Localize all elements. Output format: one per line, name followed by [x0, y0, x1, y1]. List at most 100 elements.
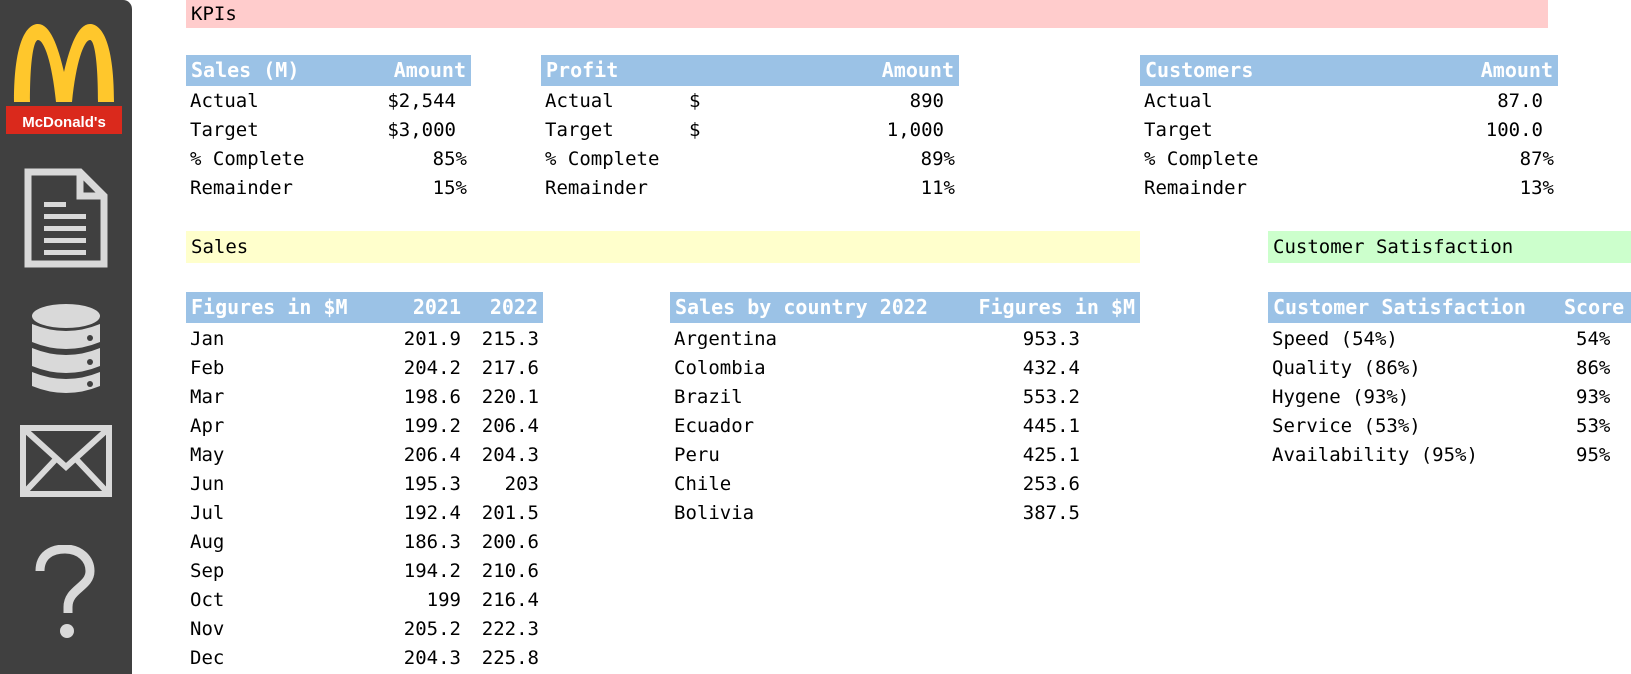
row-value: 89%: [920, 148, 955, 170]
row-value: 11%: [920, 177, 955, 199]
mail-icon[interactable]: [20, 425, 112, 497]
value-2021-cell: 195.3: [403, 473, 461, 495]
satisfaction-title: Customer Satisfaction: [1273, 236, 1514, 258]
kpis-title: KPIs: [191, 3, 237, 25]
value-2022-cell: 220.1: [481, 386, 539, 408]
value-2022-cell: 217.6: [481, 357, 539, 379]
row-value: 13%: [1519, 177, 1554, 199]
table-row: Remainder 13%: [1140, 174, 1558, 203]
month-cell: Oct: [190, 589, 225, 611]
table-row: Argentina 953.3: [670, 325, 1140, 354]
value-2021-cell: 204.2: [403, 357, 461, 379]
table-row: Peru 425.1: [670, 441, 1140, 470]
profit-kpi-header: Profit Amount: [541, 55, 959, 86]
header-2021: 2021: [412, 295, 461, 319]
month-cell: Aug: [190, 531, 225, 553]
database-icon[interactable]: [16, 300, 116, 400]
row-currency: $: [689, 119, 701, 141]
month-cell: Feb: [190, 357, 225, 379]
country-cell: Bolivia: [674, 502, 755, 524]
value-2021-cell: 192.4: [403, 502, 461, 524]
customers-kpi-header: Customers Amount: [1140, 55, 1558, 86]
satisfaction-category-cell: Service (53%): [1272, 415, 1421, 437]
sales-kpi-header: Sales (M) Amount: [186, 55, 471, 86]
value-2022-cell: 216.4: [481, 589, 539, 611]
table-row: Target $3,000: [186, 116, 471, 145]
document-icon[interactable]: [16, 168, 116, 268]
row-value: 87.0: [1497, 90, 1543, 112]
value-2021-cell: 194.2: [403, 560, 461, 582]
month-cell: Sep: [190, 560, 225, 582]
table-row: Target $ 1,000: [541, 116, 959, 145]
satisfaction-score-cell: 86%: [1576, 357, 1611, 379]
satisfaction-score-cell: 54%: [1576, 328, 1611, 350]
value-2021-cell: 186.3: [403, 531, 461, 553]
month-cell: May: [190, 444, 225, 466]
value-2022-cell: 215.3: [481, 328, 539, 350]
satisfaction-score-cell: 95%: [1576, 444, 1611, 466]
table-row: Availability (95%) 95%: [1268, 441, 1631, 470]
value-2022-cell: 206.4: [481, 415, 539, 437]
table-row: Colombia 432.4: [670, 354, 1140, 383]
satisfaction-score-cell: 53%: [1576, 415, 1611, 437]
table-row: Nov 205.2 222.3: [186, 615, 543, 644]
value-2021-cell: 206.4: [403, 444, 461, 466]
table-row: % Complete 89%: [541, 145, 959, 174]
value-2022-cell: 201.5: [481, 502, 539, 524]
satisfaction-category-cell: Speed (54%): [1272, 328, 1398, 350]
kpis-banner: KPIs: [186, 0, 1548, 28]
month-cell: Mar: [190, 386, 225, 408]
country-cell: Ecuador: [674, 415, 755, 437]
row-label: Actual: [1144, 90, 1213, 112]
table-row: Actual $ 890: [541, 87, 959, 116]
header-figures: Figures in $M: [191, 295, 348, 319]
country-cell: Brazil: [674, 386, 743, 408]
value-2022-cell: 222.3: [481, 618, 539, 640]
table-row: Service (53%) 53%: [1268, 412, 1631, 441]
table-row: Jan 201.9 215.3: [186, 325, 543, 354]
value-2021-cell: 201.9: [403, 328, 461, 350]
row-value: 87%: [1519, 148, 1554, 170]
row-label: Remainder: [190, 177, 293, 199]
row-label: % Complete: [545, 148, 660, 170]
table-row: Chile 253.6: [670, 470, 1140, 499]
table-row: Speed (54%) 54%: [1268, 325, 1631, 354]
row-label: Target: [190, 119, 259, 141]
table-row: Mar 198.6 220.1: [186, 383, 543, 412]
row-label: Actual: [545, 90, 614, 112]
monthly-sales-header: Figures in $M 2021 2022: [186, 292, 543, 323]
country-value-cell: 387.5: [1022, 502, 1080, 524]
customers-kpi-header-label: Customers: [1145, 58, 1254, 82]
row-label: % Complete: [190, 148, 305, 170]
table-row: Remainder 15%: [186, 174, 471, 203]
help-icon[interactable]: [30, 545, 100, 641]
row-value: 15%: [432, 177, 467, 199]
table-row: Hygene (93%) 93%: [1268, 383, 1631, 412]
country-value-cell: 432.4: [1022, 357, 1080, 379]
value-2021-cell: 199: [426, 589, 461, 611]
table-row: May 206.4 204.3: [186, 441, 543, 470]
sales-title: Sales: [191, 236, 249, 258]
table-row: Quality (86%) 86%: [1268, 354, 1631, 383]
value-2021-cell: 199.2: [403, 415, 461, 437]
row-label: Remainder: [1144, 177, 1247, 199]
table-row: % Complete 85%: [186, 145, 471, 174]
value-2022-cell: 210.6: [481, 560, 539, 582]
sales-banner: Sales: [186, 231, 1140, 263]
table-row: Remainder 11%: [541, 174, 959, 203]
month-cell: Jun: [190, 473, 225, 495]
table-row: Dec 204.3 225.8: [186, 644, 543, 673]
country-cell: Chile: [674, 473, 732, 495]
table-row: Actual $2,544: [186, 87, 471, 116]
header-category: Customer Satisfaction: [1273, 295, 1526, 319]
table-row: Target 100.0: [1140, 116, 1558, 145]
value-2021-cell: 198.6: [403, 386, 461, 408]
country-value-cell: 445.1: [1022, 415, 1080, 437]
value-2022-cell: 200.6: [481, 531, 539, 553]
table-row: Ecuador 445.1: [670, 412, 1140, 441]
mcdonalds-logo[interactable]: McDonald's: [6, 18, 122, 134]
header-figures: Figures in $M: [978, 295, 1135, 319]
row-label: % Complete: [1144, 148, 1259, 170]
row-label: Remainder: [545, 177, 648, 199]
profit-kpi-header-label: Profit: [546, 58, 619, 82]
